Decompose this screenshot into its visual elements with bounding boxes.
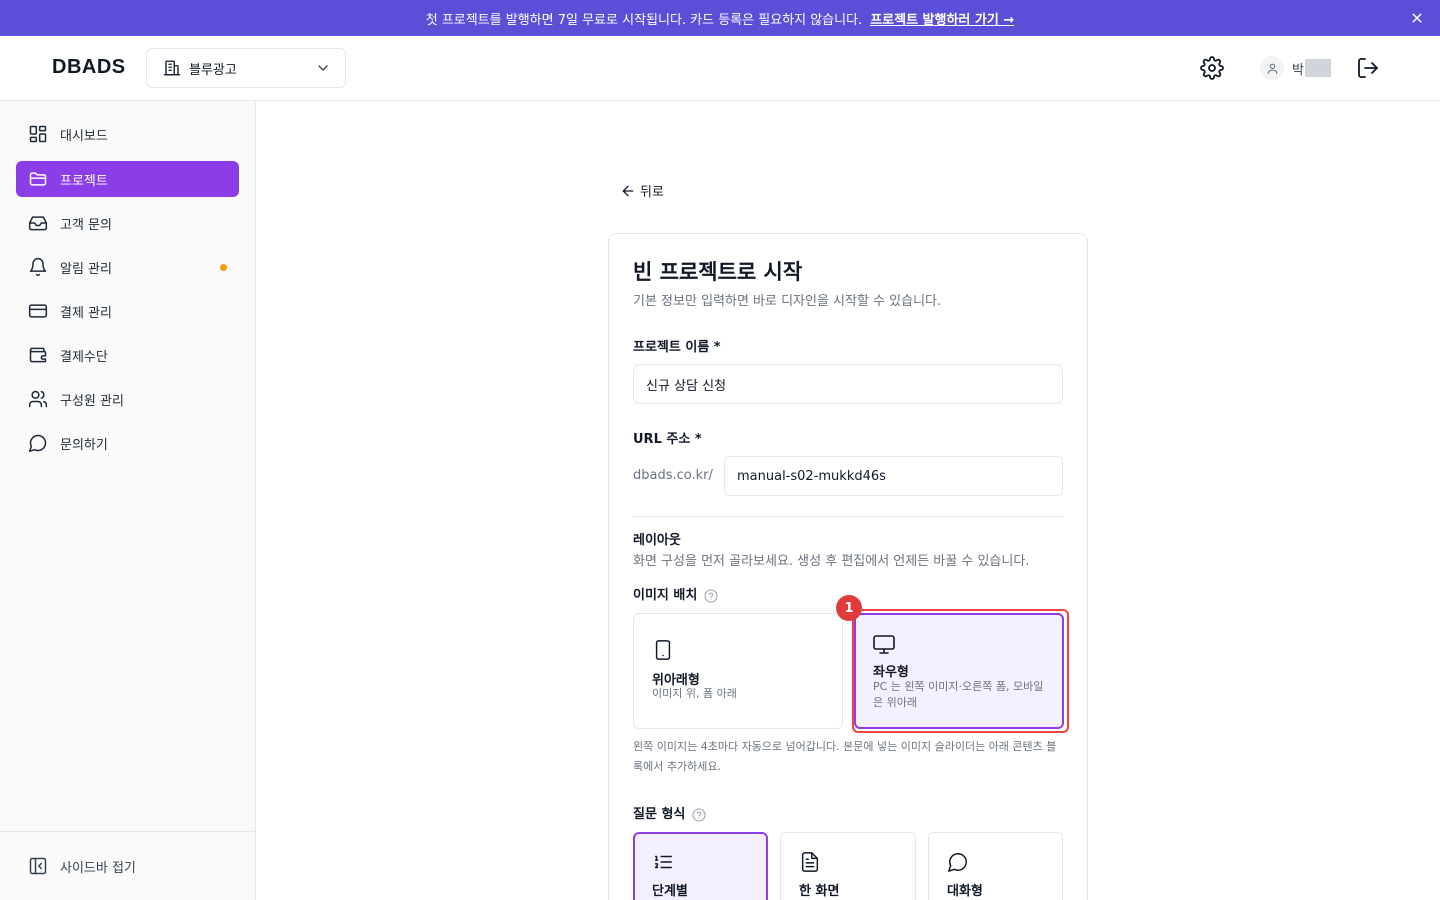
sidebar-item-label: 알림 관리 [60, 261, 112, 277]
back-button[interactable]: 뒤로 [620, 181, 664, 200]
chat-bubble-icon [948, 853, 967, 872]
logout-icon[interactable] [1356, 56, 1380, 80]
arrow-left-icon [622, 185, 634, 196]
sidebar-item-label: 결제 관리 [60, 305, 112, 321]
notification-dot [220, 264, 227, 271]
collapse-label: 사이드바 접기 [60, 860, 136, 876]
layout-option-horizontal[interactable]: 좌우형 PC 는 왼쪽 이미지·오른쪽 폼, 모바일은 위아래 [854, 613, 1064, 729]
sidebar-item-label: 프로젝트 [60, 173, 108, 189]
chat-icon [28, 434, 47, 453]
user-menu[interactable]: 박 [1260, 56, 1331, 80]
user-name: 박 [1292, 62, 1304, 78]
monitor-icon [873, 635, 895, 654]
redacted-name [1304, 59, 1331, 77]
image-placement-label: 이미지 배치 [633, 584, 719, 604]
sidebar-item-contact[interactable]: 문의하기 [16, 425, 239, 461]
avatar [1260, 56, 1284, 80]
page-title: 빈 프로젝트로 시작 [633, 260, 803, 284]
credit-card-icon [28, 304, 48, 318]
users-icon [28, 390, 48, 408]
sidebar-collapse-icon [29, 857, 47, 875]
project-name-input[interactable] [633, 364, 1063, 404]
question-format-text: 질문 형식 [633, 807, 686, 822]
sidebar-item-label: 문의하기 [60, 437, 108, 453]
logo[interactable]: DBADS [52, 56, 126, 79]
option-title: 좌우형 [873, 665, 909, 680]
url-prefix: dbads.co.kr/ [633, 468, 713, 483]
question-option-chat[interactable]: 대화형 [928, 832, 1063, 900]
gear-icon[interactable] [1200, 56, 1224, 80]
workspace-name: 블루광고 [189, 62, 237, 78]
url-label: URL 주소 * [633, 432, 702, 447]
tablet-icon [655, 640, 671, 660]
inbox-icon [28, 216, 48, 231]
back-label: 뒤로 [640, 185, 664, 200]
dashboard-icon [29, 125, 47, 143]
sidebar-item-label: 대시보드 [60, 128, 108, 144]
chevron-down-icon [318, 65, 328, 71]
question-option-step[interactable]: 단계별 [633, 832, 768, 900]
sidebar-item-label: 구성원 관리 [60, 393, 124, 409]
close-icon[interactable] [1408, 9, 1426, 27]
sidebar: 대시보드 프로젝트 고객 문의 알림 관리 결제 관리 결제수단 구성원 관리 … [0, 101, 256, 900]
question-format-label: 질문 형식 [633, 803, 707, 823]
sidebar-item-label: 결제수단 [60, 349, 108, 365]
option-title: 한 화면 [799, 884, 840, 899]
workspace-selector[interactable]: 블루광고 [146, 48, 346, 88]
sidebar-item-billing[interactable]: 결제 관리 [16, 293, 239, 329]
sidebar-footer: 사이드바 접기 [0, 831, 255, 900]
promo-banner: 첫 프로젝트를 발행하면 7일 무료로 시작됩니다. 카드 등록은 필요하지 않… [0, 0, 1440, 36]
banner-publish-link[interactable]: 프로젝트 발행하러 가기 → [870, 9, 1014, 28]
page-subtitle: 기본 정보만 입력하면 바로 디자인을 시작할 수 있습니다. [633, 294, 942, 309]
sidebar-item-members[interactable]: 구성원 관리 [16, 381, 239, 417]
banner-message: 첫 프로젝트를 발행하면 7일 무료로 시작됩니다. 카드 등록은 필요하지 않… [425, 12, 863, 28]
sidebar-item-payment-methods[interactable]: 결제수단 [16, 337, 239, 373]
layout-note: 왼쪽 이미지는 4초마다 자동으로 넘어갑니다. 본문에 넣는 이미지 슬라이더… [633, 740, 1057, 773]
image-placement-text: 이미지 배치 [633, 588, 698, 603]
option-title: 단계별 [652, 884, 688, 899]
help-icon[interactable] [703, 588, 719, 604]
new-project-card: 빈 프로젝트로 시작 기본 정보만 입력하면 바로 디자인을 시작할 수 있습니… [608, 233, 1088, 900]
sidebar-item-inquiries[interactable]: 고객 문의 [16, 205, 239, 241]
step-badge: 1 [836, 595, 862, 621]
layout-description: 화면 구성을 먼저 골라보세요. 생성 후 편집에서 언제든 바꿀 수 있습니다… [633, 554, 1030, 569]
option-description: 이미지 위, 폼 아래 [652, 687, 737, 700]
bell-icon [29, 257, 47, 277]
top-header: DBADS 블루광고 박 [0, 36, 1440, 101]
document-icon [801, 852, 819, 872]
layout-option-vertical[interactable]: 위아래형 이미지 위, 폼 아래 [633, 613, 843, 729]
sidebar-item-dashboard[interactable]: 대시보드 [16, 116, 239, 152]
question-option-single[interactable]: 한 화면 [780, 832, 916, 900]
folder-icon [29, 172, 47, 186]
option-description: PC 는 왼쪽 이미지·오른쪽 폼, 모바일은 위아래 [873, 680, 1044, 709]
sidebar-item-notifications[interactable]: 알림 관리 [16, 249, 239, 285]
list-ordered-icon [654, 855, 672, 869]
help-icon[interactable] [691, 807, 707, 823]
divider [633, 516, 1063, 517]
sidebar-item-label: 고객 문의 [60, 217, 112, 233]
sidebar-item-projects[interactable]: 프로젝트 [16, 161, 239, 197]
layout-title: 레이아웃 [633, 533, 681, 548]
project-name-label: 프로젝트 이름 * [633, 340, 721, 355]
url-input[interactable] [724, 456, 1063, 496]
option-title: 대화형 [947, 884, 983, 899]
collapse-sidebar-button[interactable]: 사이드바 접기 [28, 856, 136, 876]
wallet-icon [29, 347, 47, 363]
user-icon [1267, 63, 1277, 74]
building-icon [163, 60, 181, 76]
